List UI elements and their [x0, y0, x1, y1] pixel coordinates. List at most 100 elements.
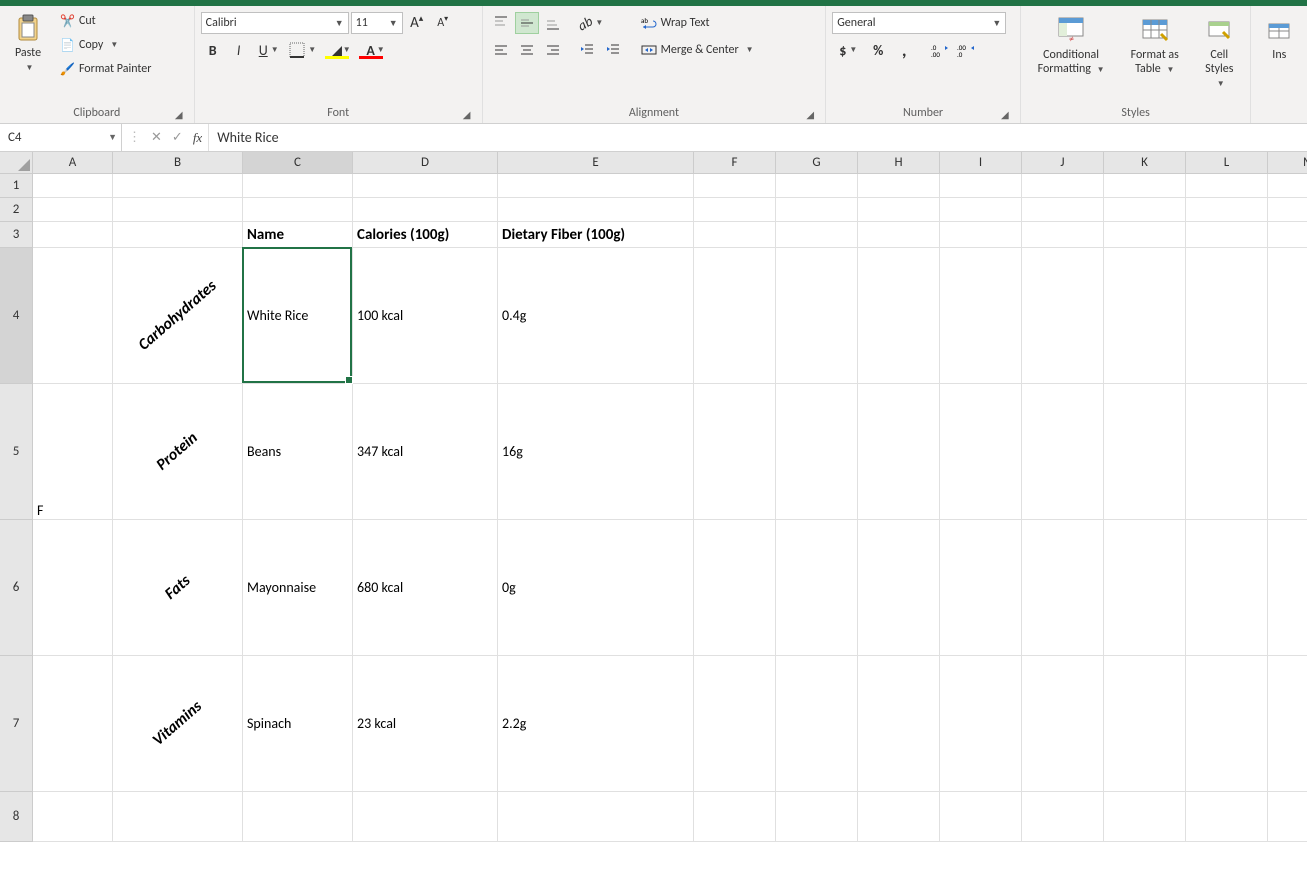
align-bottom-button[interactable] [541, 12, 565, 34]
cell-I6[interactable] [940, 520, 1022, 656]
cell-J7[interactable] [1022, 656, 1104, 792]
cell-H5[interactable] [858, 384, 940, 520]
cell-F5[interactable] [694, 384, 776, 520]
cell-C7[interactable]: Spinach [243, 656, 353, 792]
cell-G7[interactable] [776, 656, 858, 792]
row-header-4[interactable]: 4 [0, 248, 33, 384]
cell-B2[interactable] [113, 198, 243, 222]
column-header-H[interactable]: H [858, 152, 940, 174]
cell-H6[interactable] [858, 520, 940, 656]
cell-K5[interactable] [1104, 384, 1186, 520]
cell-I5[interactable] [940, 384, 1022, 520]
cell-H2[interactable] [858, 198, 940, 222]
align-middle-button[interactable] [515, 12, 539, 34]
cell-I4[interactable] [940, 248, 1022, 384]
cell-E1[interactable] [498, 174, 694, 198]
decrease-decimal-button[interactable]: .00.0 [954, 39, 978, 61]
name-box[interactable]: C4 ▼ [0, 124, 122, 151]
cell-I3[interactable] [940, 222, 1022, 248]
formula-input[interactable]: White Rice [208, 124, 1307, 151]
alignment-dialog-launcher[interactable]: ◢ [803, 107, 817, 121]
align-center-button[interactable] [515, 39, 539, 61]
cell-A3[interactable] [33, 222, 113, 248]
cell-J6[interactable] [1022, 520, 1104, 656]
column-header-K[interactable]: K [1104, 152, 1186, 174]
cell-C4[interactable]: White Rice [243, 248, 353, 384]
cell-M3[interactable] [1268, 222, 1307, 248]
cell-G3[interactable] [776, 222, 858, 248]
align-top-button[interactable] [489, 12, 513, 34]
cell-G5[interactable] [776, 384, 858, 520]
column-header-G[interactable]: G [776, 152, 858, 174]
cell-J4[interactable] [1022, 248, 1104, 384]
cell-C2[interactable] [243, 198, 353, 222]
row-header-3[interactable]: 3 [0, 222, 33, 248]
cell-F4[interactable] [694, 248, 776, 384]
cell-B4[interactable]: Carbohydrates [113, 248, 243, 384]
row-header-1[interactable]: 1 [0, 174, 33, 198]
cell-C8[interactable] [243, 792, 353, 842]
font-size-combo[interactable]: 11 ▼ [351, 12, 403, 34]
accounting-format-button[interactable]: $▼ [832, 39, 864, 61]
column-header-E[interactable]: E [498, 152, 694, 174]
cell-B1[interactable] [113, 174, 243, 198]
cell-M5[interactable] [1268, 384, 1307, 520]
font-dialog-launcher[interactable]: ◢ [460, 107, 474, 121]
more-options-icon[interactable]: ⋮ [128, 130, 141, 145]
cell-D7[interactable]: 23 kcal [353, 656, 498, 792]
column-header-A[interactable]: A [33, 152, 113, 174]
cell-L3[interactable] [1186, 222, 1268, 248]
cell-F2[interactable] [694, 198, 776, 222]
decrease-indent-button[interactable] [575, 39, 599, 61]
number-format-combo[interactable]: General ▼ [832, 12, 1006, 34]
number-dialog-launcher[interactable]: ◢ [998, 107, 1012, 121]
cell-M2[interactable] [1268, 198, 1307, 222]
row-header-6[interactable]: 6 [0, 520, 33, 656]
conditional-formatting-button[interactable]: ≠ Conditional Formatting ▼ [1027, 10, 1115, 79]
cell-D4[interactable]: 100 kcal [353, 248, 498, 384]
cell-E6[interactable]: 0g [498, 520, 694, 656]
cell-A4[interactable] [33, 248, 113, 384]
cell-F1[interactable] [694, 174, 776, 198]
cell-E3[interactable]: Dietary Fiber (100g) [498, 222, 694, 248]
cell-L7[interactable] [1186, 656, 1268, 792]
cell-K2[interactable] [1104, 198, 1186, 222]
cell-C6[interactable]: Mayonnaise [243, 520, 353, 656]
cell-K8[interactable] [1104, 792, 1186, 842]
cell-E7[interactable]: 2.2g [498, 656, 694, 792]
font-name-combo[interactable]: Calibri ▼ [201, 12, 349, 34]
format-as-table-button[interactable]: Format as Table ▼ [1121, 10, 1188, 79]
comma-format-button[interactable]: , [892, 39, 916, 61]
cell-L2[interactable] [1186, 198, 1268, 222]
column-header-F[interactable]: F [694, 152, 776, 174]
cell-C5[interactable]: Beans [243, 384, 353, 520]
cell-D2[interactable] [353, 198, 498, 222]
select-all-corner[interactable] [0, 152, 33, 174]
cell-M4[interactable] [1268, 248, 1307, 384]
column-header-L[interactable]: L [1186, 152, 1268, 174]
enter-formula-button[interactable]: ✓ [172, 130, 183, 145]
cell-F7[interactable] [694, 656, 776, 792]
cell-B5[interactable]: Protein [113, 384, 243, 520]
clipboard-dialog-launcher[interactable]: ◢ [172, 107, 186, 121]
cell-E4[interactable]: 0.4g [498, 248, 694, 384]
cell-I7[interactable] [940, 656, 1022, 792]
cut-button[interactable]: ✂️ Cut [56, 10, 155, 32]
cell-B3[interactable] [113, 222, 243, 248]
cell-A2[interactable] [33, 198, 113, 222]
cell-G1[interactable] [776, 174, 858, 198]
row-header-5[interactable]: 5 [0, 384, 33, 520]
borders-button[interactable]: ▼ [287, 39, 319, 61]
underline-button[interactable]: U▼ [253, 39, 285, 61]
cell-I8[interactable] [940, 792, 1022, 842]
copy-button[interactable]: 📄 Copy ▼ [56, 34, 155, 56]
cell-C3[interactable]: Name [243, 222, 353, 248]
increase-decimal-button[interactable]: .0.00 [928, 39, 952, 61]
column-header-M[interactable]: M [1268, 152, 1307, 174]
cell-A6[interactable] [33, 520, 113, 656]
increase-indent-button[interactable] [601, 39, 625, 61]
cell-J8[interactable] [1022, 792, 1104, 842]
row-header-7[interactable]: 7 [0, 656, 33, 792]
cell-H7[interactable] [858, 656, 940, 792]
cell-D5[interactable]: 347 kcal [353, 384, 498, 520]
